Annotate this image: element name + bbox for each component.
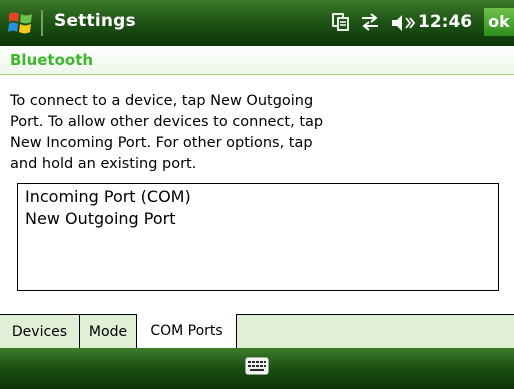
title-separator (41, 10, 43, 36)
app-title: Settings (54, 11, 136, 31)
instructions-line: Port. To allow other devices to connect,… (10, 114, 324, 130)
instructions-line: New Incoming Port. For other options, ta… (10, 135, 313, 151)
instructions-line: and hold an existing port. (10, 156, 197, 172)
windows-start-icon[interactable] (6, 8, 36, 38)
soft-key-bar (0, 348, 514, 389)
ok-button[interactable]: ok (484, 8, 514, 36)
tab-devices[interactable]: Devices (0, 315, 80, 349)
data-sync-icon[interactable] (358, 12, 382, 36)
keyboard-icon[interactable] (245, 357, 269, 375)
connectivity-icon[interactable] (331, 12, 351, 36)
port-item-new-outgoing[interactable]: New Outgoing Port (25, 209, 175, 228)
title-bar: Settings 12:46 ok (0, 0, 514, 46)
tab-com-ports[interactable]: COM Ports (136, 314, 237, 349)
tab-strip: Devices Mode COM Ports (0, 314, 514, 349)
section-header: Bluetooth (0, 46, 514, 75)
instructions-line: To connect to a device, tap New Outgoing (10, 93, 314, 109)
port-item-incoming[interactable]: Incoming Port (COM) (25, 187, 191, 206)
tab-mode[interactable]: Mode (80, 315, 137, 349)
instructions-text: To connect to a device, tap New Outgoing… (10, 91, 380, 175)
section-title: Bluetooth (10, 51, 94, 69)
clock[interactable]: 12:46 (418, 12, 472, 32)
speaker-icon[interactable] (389, 12, 416, 38)
port-list[interactable]: Incoming Port (COM) New Outgoing Port (17, 183, 499, 291)
